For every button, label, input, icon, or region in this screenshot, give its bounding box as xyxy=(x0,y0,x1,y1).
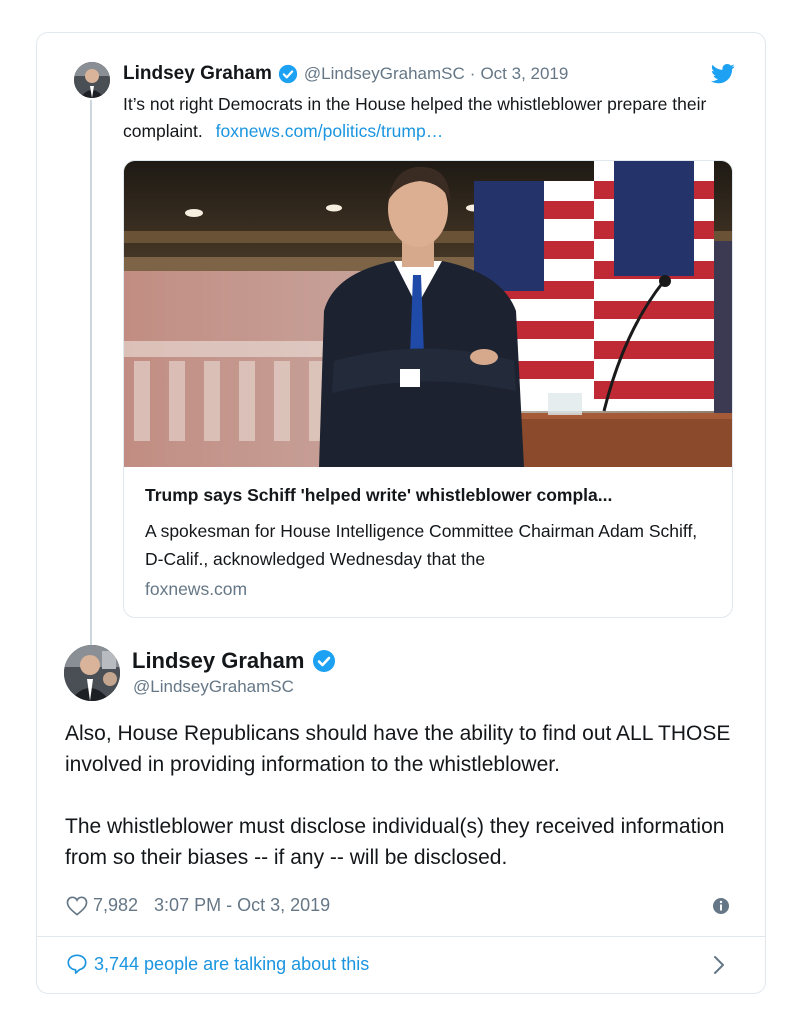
tweet-meta-row: 7,982 3:07 PM - Oct 3, 2019 xyxy=(66,895,330,916)
main-tweet-text: Also, House Republicans should have the … xyxy=(65,718,745,873)
talking-count-text[interactable]: 3,744 people are talking about this xyxy=(94,954,369,975)
parent-author-name[interactable]: Lindsey Graham xyxy=(123,63,272,85)
main-avatar[interactable] xyxy=(64,645,120,701)
tweet-paragraph: Also, House Republicans should have the … xyxy=(65,722,731,776)
tweet-paragraph: The whistleblower must disclose individu… xyxy=(65,815,725,869)
verified-badge-icon xyxy=(313,650,336,672)
info-icon[interactable] xyxy=(712,897,730,915)
link-card-title: Trump says Schiff 'helped write' whistle… xyxy=(145,485,613,505)
handle-date-separator: · xyxy=(469,64,476,83)
tweet-timestamp[interactable]: 3:07 PM - Oct 3, 2019 xyxy=(154,895,330,916)
parent-tweet-link[interactable]: foxnews.com/politics/trump… xyxy=(216,121,444,141)
parent-tweet-header: Lindsey Graham @LindseyGrahamSC · Oct 3,… xyxy=(123,63,568,85)
verified-badge-icon xyxy=(278,64,298,84)
main-author-handle[interactable]: @LindseyGrahamSC xyxy=(133,677,294,697)
link-card-domain: foxnews.com xyxy=(145,579,248,599)
link-card-description: A spokesman for House Intelligence Commi… xyxy=(145,521,698,569)
parent-tweet-text: It’s not right Democrats in the House he… xyxy=(123,91,723,145)
footer-divider xyxy=(37,936,765,937)
like-count[interactable]: 7,982 xyxy=(93,895,138,916)
parent-avatar[interactable] xyxy=(74,62,110,98)
heart-icon[interactable] xyxy=(66,896,88,916)
twitter-bird-icon[interactable] xyxy=(711,64,735,84)
link-preview-card[interactable]: Trump says Schiff 'helped write' whistle… xyxy=(123,160,733,618)
chevron-right-icon[interactable] xyxy=(712,954,726,976)
speech-bubble-icon xyxy=(67,954,87,974)
parent-author-handle[interactable]: @LindseyGrahamSC xyxy=(304,64,465,84)
parent-tweet-date[interactable]: Oct 3, 2019 xyxy=(480,64,568,84)
conversation-link[interactable]: 3,744 people are talking about this xyxy=(66,953,369,975)
main-tweet-header: Lindsey Graham xyxy=(132,648,342,674)
main-author-name[interactable]: Lindsey Graham xyxy=(132,648,304,674)
article-thumbnail-image xyxy=(124,161,732,467)
thread-connector-line xyxy=(90,100,92,645)
